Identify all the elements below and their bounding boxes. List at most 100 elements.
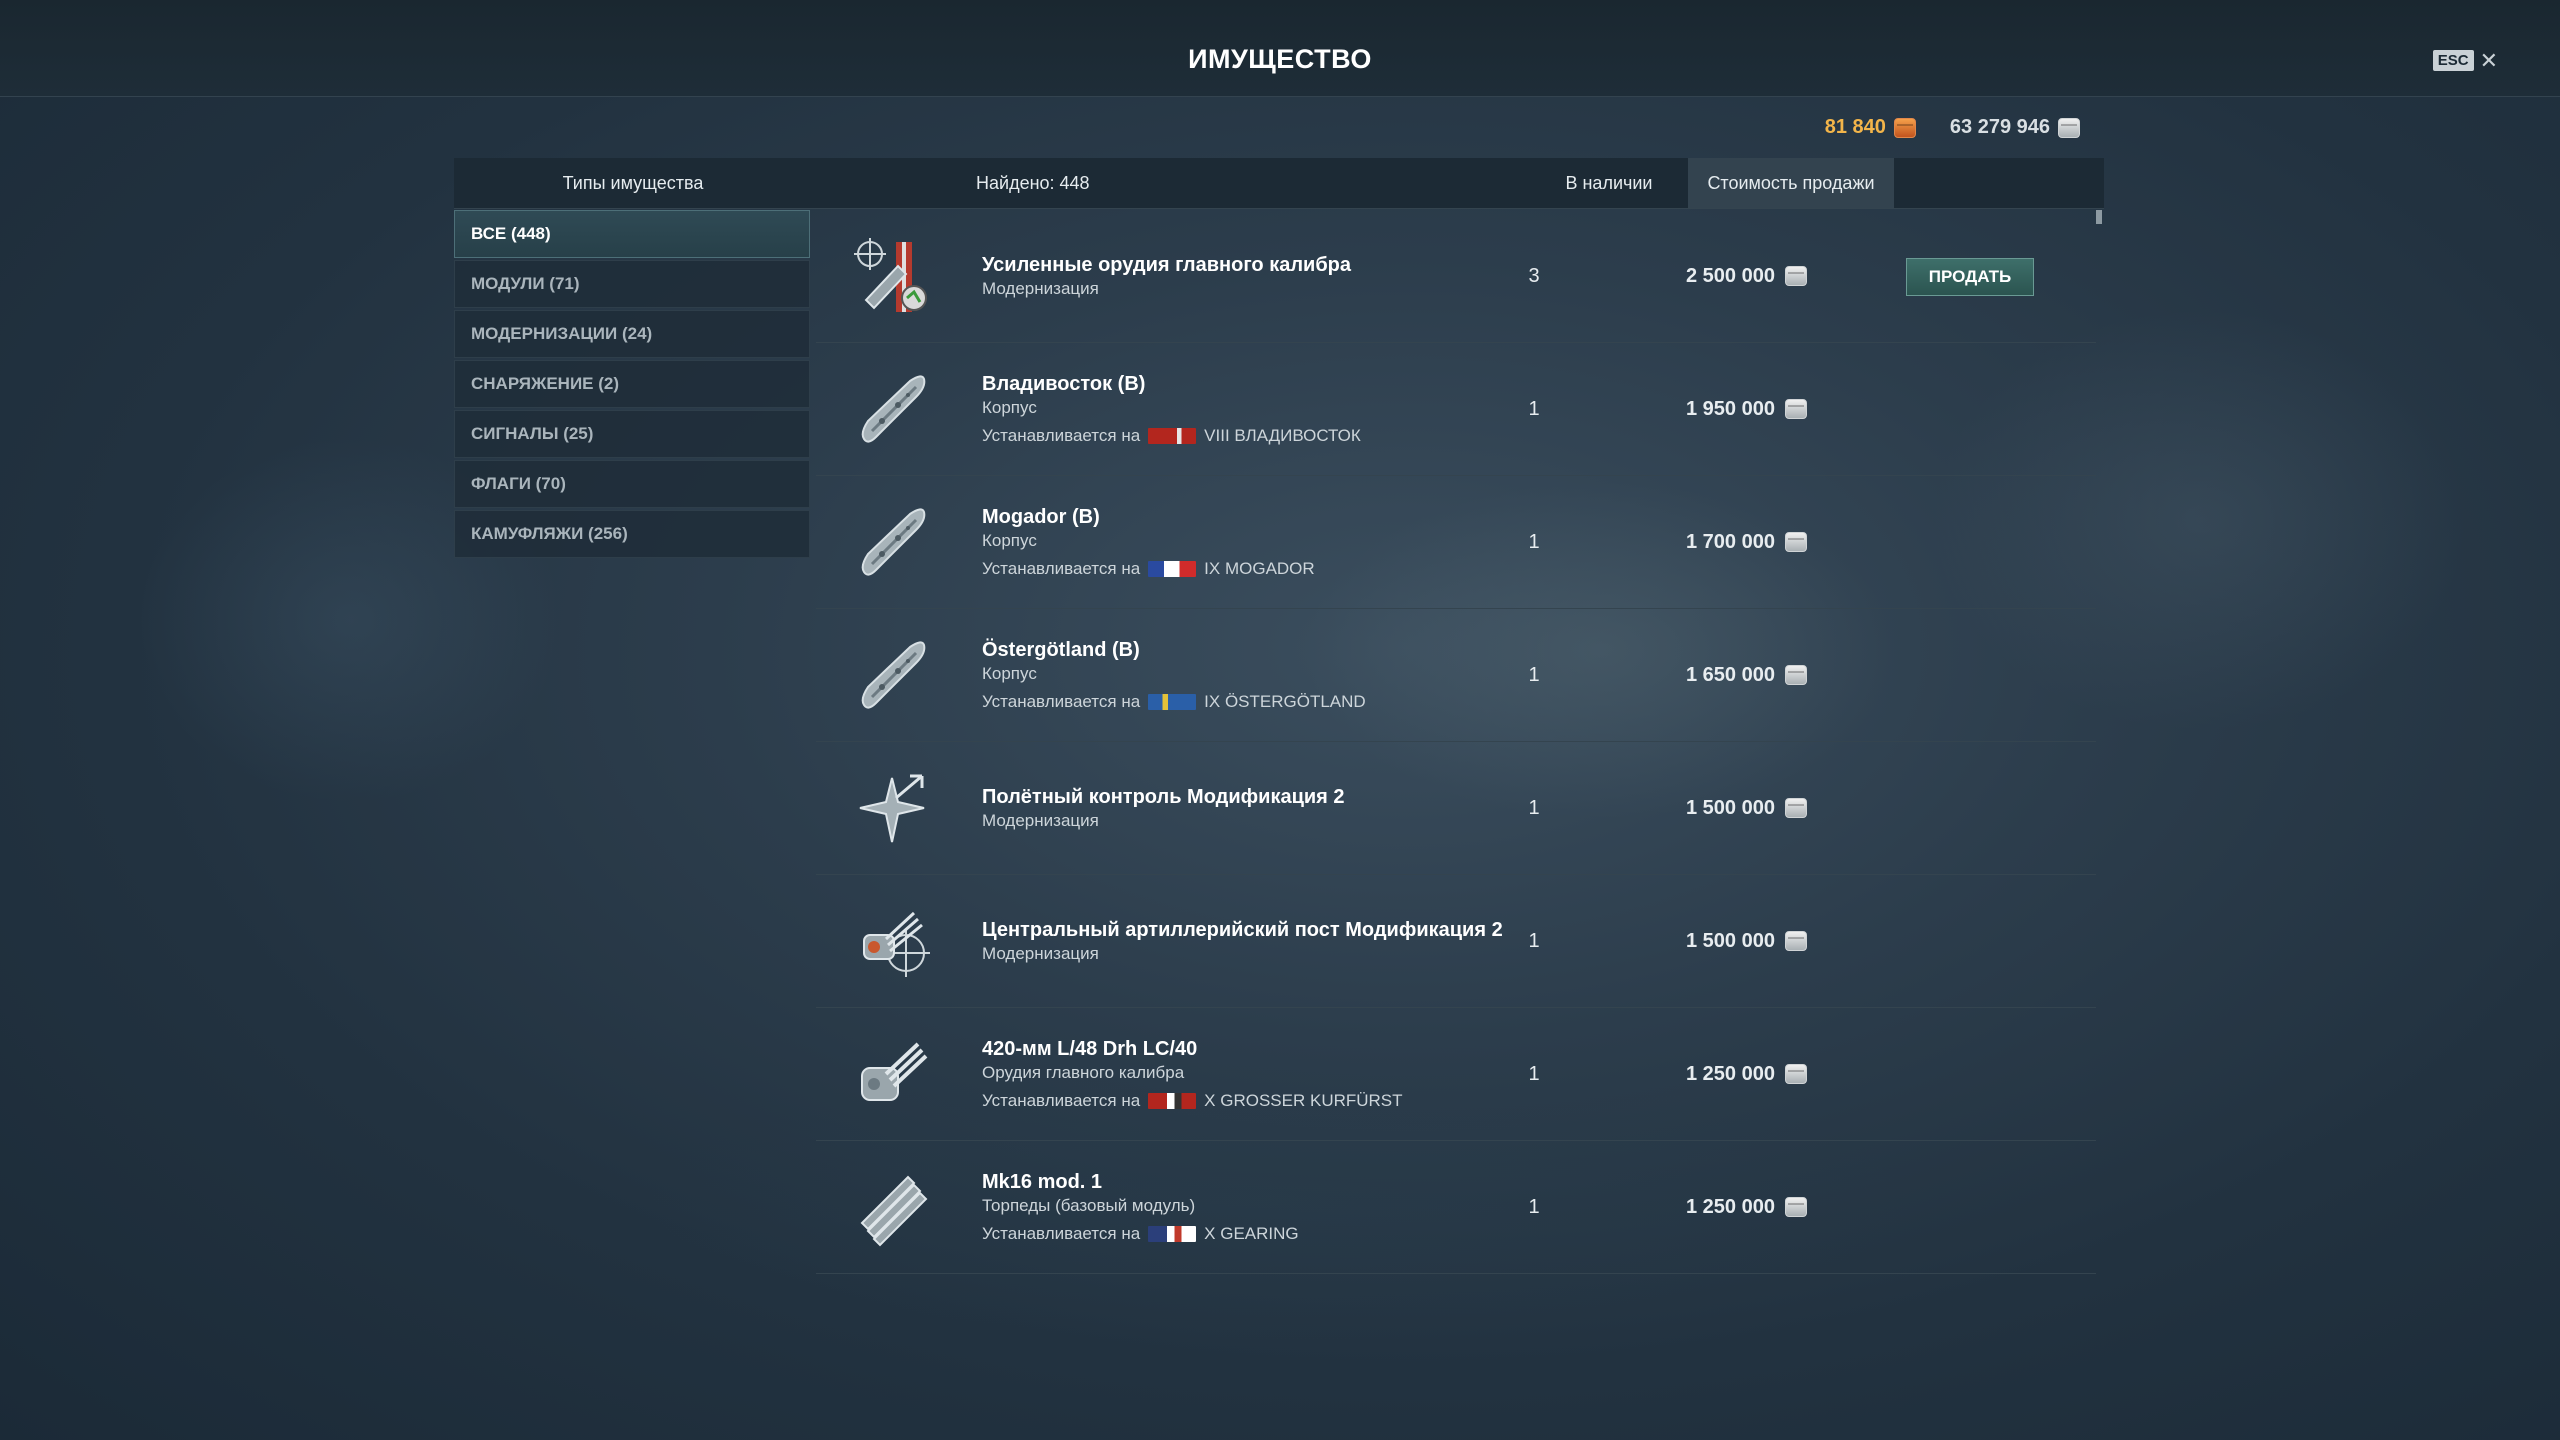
item-type: Торпеды (базовый модуль) <box>982 1195 1196 1215</box>
balances: 81 840 63 279 946 <box>1825 116 2080 139</box>
item-name: Mk16 mod. 1 <box>982 1170 1103 1193</box>
item-name: Центральный артиллерийский пост Модифика… <box>982 918 1503 941</box>
category-item[interactable]: КАМУФЛЯЖИ (256) <box>454 510 810 558</box>
credits-balance: 63 279 946 <box>1950 116 2080 139</box>
stock-column-header[interactable]: В наличии <box>1534 158 1684 208</box>
item-type: Корпус <box>982 397 1037 417</box>
item-text: Владивосток (B) Корпус Устанавливается на V… <box>982 343 1361 475</box>
doubloons-icon <box>1893 117 1916 138</box>
mount-label: Устанавливается на <box>982 558 1141 578</box>
doubloons-value: 81 840 <box>1824 116 1886 138</box>
found-count: Найдено: 448 <box>976 172 1090 193</box>
item-text: Östergötland (B) Корпус Устанавливается на… <box>982 609 1366 741</box>
item-name: 420-мм L/48 Drh LC/40 <box>982 1037 1198 1060</box>
price-value: 1 250 000 <box>1686 1062 1775 1085</box>
ship-name: X GEARING <box>1204 1223 1299 1243</box>
mount-label: Устанавливается на <box>982 425 1141 445</box>
nation-flag-icon <box>1148 1225 1197 1242</box>
sell-button[interactable]: ПРОДАТЬ <box>1906 258 2034 296</box>
item-type: Корпус <box>982 663 1037 683</box>
close-button[interactable]: ESC ✕ <box>2432 49 2498 71</box>
ship-name: X GROSSER KURFÜRST <box>1204 1090 1403 1110</box>
ship-name: IX ÖSTERGÖTLAND <box>1204 691 1366 711</box>
item-mount-info: Устанавливается на X GEARING <box>982 1224 1299 1244</box>
item-mount-info: Устанавливается на VIII ВЛАДИВОСТОК <box>982 426 1361 446</box>
nation-flag-icon <box>1148 693 1197 710</box>
inventory-row[interactable]: 420-мм L/48 Drh LC/40 Орудия главного кал… <box>816 1008 2096 1141</box>
price-value: 2 500 000 <box>1686 264 1775 287</box>
price-value: 1 950 000 <box>1686 397 1775 420</box>
price-column-header[interactable]: Стоимость продажи <box>1688 158 1894 208</box>
category-item[interactable]: МОДЕРНИЗАЦИИ (24) <box>454 310 810 358</box>
inventory-row[interactable]: Östergötland (B) Корпус Устанавливается на… <box>816 609 2096 742</box>
hull-icon <box>852 369 932 449</box>
ship-name: VIII ВЛАДИВОСТОК <box>1204 425 1361 445</box>
item-type: Модернизация <box>982 278 1099 298</box>
item-price: 1 500 000 <box>1686 742 1807 874</box>
item-type: Орудия главного калибра <box>982 1062 1185 1082</box>
credits-icon <box>1784 665 1807 685</box>
category-item[interactable]: СНАРЯЖЕНИЕ (2) <box>454 360 810 408</box>
item-name: Владивосток (B) <box>982 372 1146 395</box>
credits-icon <box>1784 399 1807 419</box>
inventory-row[interactable]: Владивосток (B) Корпус Устанавливается на V… <box>816 343 2096 476</box>
artillery-post-icon <box>852 901 932 981</box>
torpedo-icon <box>852 1167 932 1247</box>
category-item[interactable]: ВСЕ (448) <box>454 210 810 258</box>
credits-icon <box>1784 798 1807 818</box>
item-type: Модернизация <box>982 943 1099 963</box>
inventory-row[interactable]: Усиленные орудия главного калибра Модерни… <box>816 210 2096 343</box>
esc-key-label: ESC <box>2432 50 2474 71</box>
mount-label: Устанавливается на <box>982 1090 1141 1110</box>
price-value: 1 650 000 <box>1686 663 1775 686</box>
ship-name: IX MOGADOR <box>1204 558 1315 578</box>
item-name: Усиленные орудия главного калибра <box>982 253 1352 276</box>
category-item[interactable]: МОДУЛИ (71) <box>454 260 810 308</box>
item-quantity: 1 <box>1528 663 1540 686</box>
item-name: Полётный контроль Модификация 2 <box>982 785 1345 808</box>
item-text: Mogador (B) Корпус Устанавливается на IX MO… <box>982 476 1315 608</box>
inventory-row[interactable]: Центральный артиллерийский пост Модифика… <box>816 875 2096 1008</box>
item-name: Östergötland (B) <box>982 638 1140 661</box>
price-value: 1 500 000 <box>1686 929 1775 952</box>
item-text: Mk16 mod. 1 Торпеды (базовый модуль) Устан… <box>982 1141 1299 1273</box>
item-quantity: 1 <box>1528 796 1540 819</box>
item-price: 1 250 000 <box>1686 1008 1807 1140</box>
scrollbar-thumb[interactable] <box>2096 210 2102 224</box>
item-list: Усиленные орудия главного калибра Модерни… <box>816 210 2096 1274</box>
item-price: 1 500 000 <box>1686 875 1807 1007</box>
item-quantity: 1 <box>1528 1195 1540 1218</box>
item-quantity: 1 <box>1528 1062 1540 1085</box>
hull-icon <box>852 502 932 582</box>
doubloons-balance: 81 840 <box>1825 116 1916 139</box>
item-mount-info: Устанавливается на IX ÖSTERGÖTLAND <box>982 692 1366 712</box>
item-quantity: 1 <box>1528 530 1540 553</box>
item-text: Полётный контроль Модификация 2 Модерниза… <box>982 742 1345 874</box>
price-value: 1 700 000 <box>1686 530 1775 553</box>
nation-flag-icon <box>1148 427 1197 444</box>
credits-icon <box>1784 266 1807 286</box>
types-header: Типы имущества <box>562 172 704 193</box>
top-bar: ИМУЩЕСТВО ESC ✕ <box>0 0 2560 97</box>
item-price: 1 650 000 <box>1686 609 1807 741</box>
main-gun-icon <box>852 1034 932 1114</box>
category-item[interactable]: ФЛАГИ (70) <box>454 460 810 508</box>
mount-label: Устанавливается на <box>982 1223 1141 1243</box>
item-quantity: 1 <box>1528 397 1540 420</box>
credits-icon <box>1784 1064 1807 1084</box>
inventory-row[interactable]: Mogador (B) Корпус Устанавливается на IX MO… <box>816 476 2096 609</box>
item-price: 1 250 000 <box>1686 1141 1807 1273</box>
window-title: ИМУЩЕСТВО <box>1188 44 1372 74</box>
mount-label: Устанавливается на <box>982 691 1141 711</box>
price-value: 1 500 000 <box>1686 796 1775 819</box>
nation-flag-icon <box>1148 1092 1197 1109</box>
main-battery-upgrade-icon <box>852 236 932 316</box>
category-item[interactable]: СИГНАЛЫ (25) <box>454 410 810 458</box>
credits-icon <box>1784 1197 1807 1217</box>
inventory-row[interactable]: Mk16 mod. 1 Торпеды (базовый модуль) Устан… <box>816 1141 2096 1274</box>
item-price: 1 700 000 <box>1686 476 1807 608</box>
inventory-row[interactable]: Полётный контроль Модификация 2 Модерниза… <box>816 742 2096 875</box>
item-text: Центральный артиллерийский пост Модифика… <box>982 875 1503 1007</box>
item-mount-info: Устанавливается на X GROSSER KURFÜRST <box>982 1091 1403 1111</box>
category-sidebar: ВСЕ (448) МОДУЛИ (71) МОДЕРНИЗАЦИИ (24) СНА… <box>454 210 810 560</box>
